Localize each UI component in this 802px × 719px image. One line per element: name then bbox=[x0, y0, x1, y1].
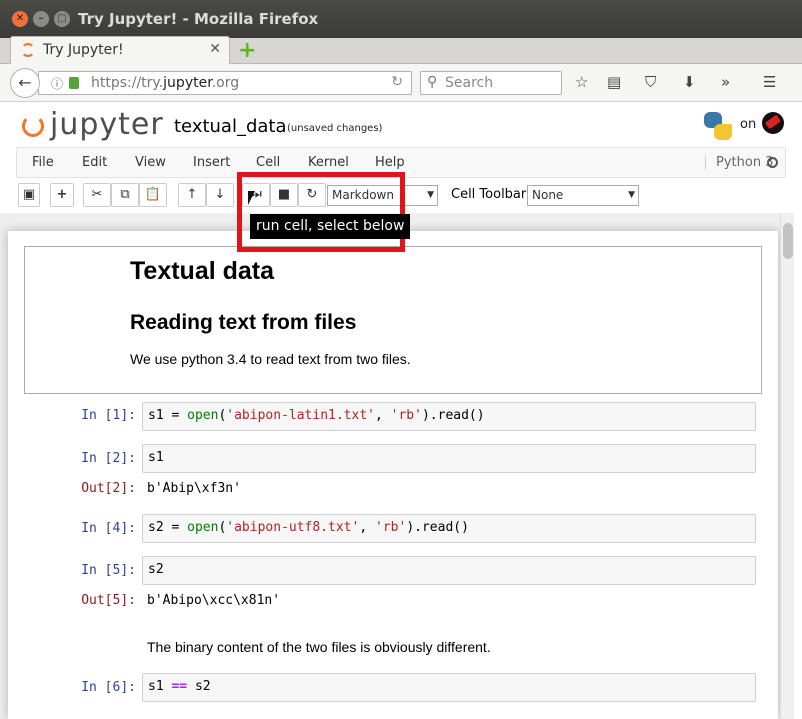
jupyter-ring-icon bbox=[22, 115, 44, 137]
input-prompt: In [4]: bbox=[81, 521, 136, 536]
cell-output: b'Abipo\xcc\x81n' bbox=[147, 593, 281, 608]
scrollbar-thumb[interactable] bbox=[783, 223, 793, 259]
tab-strip: Try Jupyter! ✕ + bbox=[0, 36, 802, 64]
paste-icon[interactable]: 📋 bbox=[139, 183, 167, 207]
python-logo-icon bbox=[704, 112, 732, 140]
chevron-down-icon: ▼ bbox=[427, 190, 434, 200]
copy-icon[interactable]: ⧉ bbox=[111, 183, 139, 207]
url-text[interactable]: https://try.jupyter.org bbox=[91, 75, 239, 91]
window-title: Try Jupyter! - Mozilla Firefox bbox=[78, 10, 319, 28]
rackspace-logo-icon[interactable] bbox=[762, 112, 784, 134]
cell-output: b'Abip\xf3n' bbox=[147, 481, 241, 496]
input-prompt: In [6]: bbox=[81, 680, 136, 695]
code-input[interactable]: s1 bbox=[142, 444, 756, 473]
url-bar[interactable]: ⓘ https://try.jupyter.org ↻ bbox=[38, 71, 412, 95]
run-cell-tooltip: run cell, select below bbox=[250, 214, 411, 239]
save-status: (unsaved changes) bbox=[287, 123, 383, 134]
lock-icon[interactable] bbox=[69, 77, 79, 89]
new-tab-plus-icon[interactable]: + bbox=[238, 40, 256, 62]
menu-kernel[interactable]: Kernel bbox=[308, 155, 349, 170]
info-icon[interactable]: ⓘ bbox=[51, 75, 63, 92]
heading-textual-data: Textual data bbox=[130, 257, 275, 285]
insert-cell-plus-icon[interactable]: + bbox=[50, 183, 74, 207]
code-input[interactable]: s1 == s2 bbox=[142, 673, 756, 702]
window-minimize-icon[interactable]: – bbox=[33, 11, 49, 27]
window-maximize-icon[interactable]: □ bbox=[54, 11, 70, 27]
menu-file[interactable]: File bbox=[32, 155, 54, 170]
notebook-container: Textual data Reading text from files We … bbox=[0, 213, 780, 719]
reading-list-icon[interactable]: ▤ bbox=[607, 73, 621, 91]
jupyter-favicon-icon bbox=[21, 43, 35, 57]
code-input[interactable]: s2 bbox=[142, 556, 756, 585]
browser-tab[interactable]: Try Jupyter! ✕ bbox=[10, 36, 230, 64]
kernel-idle-icon bbox=[767, 157, 778, 168]
notebook-page: Textual data Reading text from files We … bbox=[8, 231, 778, 719]
bookmark-star-icon[interactable]: ☆ bbox=[575, 73, 588, 91]
chevron-down-icon: ▼ bbox=[628, 190, 635, 200]
cut-icon[interactable]: ✂ bbox=[83, 183, 111, 207]
tab-close-icon[interactable]: ✕ bbox=[209, 41, 221, 57]
save-icon[interactable]: ▣ bbox=[18, 183, 40, 207]
reload-icon[interactable]: ↻ bbox=[391, 74, 403, 90]
menu-view[interactable]: View bbox=[135, 155, 166, 170]
search-input[interactable] bbox=[445, 74, 555, 92]
menu-edit[interactable]: Edit bbox=[82, 155, 107, 170]
code-input[interactable]: s1 = open('abipon-latin1.txt', 'rb').rea… bbox=[142, 402, 756, 431]
navigation-bar: ⓘ https://try.jupyter.org ↻ ← ⚲ ☆ ▤ ⛉ ⬇ … bbox=[0, 64, 802, 102]
on-label: on bbox=[740, 117, 757, 132]
pocket-icon[interactable]: ⛉ bbox=[645, 73, 656, 91]
hamburger-menu-icon[interactable]: ☰ bbox=[763, 73, 776, 91]
overflow-chevron-icon[interactable]: » bbox=[721, 73, 730, 91]
output-prompt: Out[2]: bbox=[81, 481, 136, 496]
mouse-cursor-icon bbox=[248, 191, 255, 205]
window-titlebar: ✕ – □ Try Jupyter! - Mozilla Firefox bbox=[0, 0, 802, 38]
page-scrollbar[interactable] bbox=[780, 213, 794, 719]
window-close-icon[interactable]: ✕ bbox=[12, 11, 28, 27]
input-prompt: In [1]: bbox=[81, 408, 136, 423]
move-down-arrow-icon[interactable]: ↓ bbox=[206, 183, 234, 207]
download-icon[interactable]: ⬇ bbox=[683, 73, 696, 91]
notebook-title[interactable]: textual_data bbox=[174, 116, 287, 137]
kernel-name: Python 3 bbox=[705, 155, 773, 170]
highlight-box bbox=[237, 172, 405, 252]
input-prompt: In [2]: bbox=[81, 451, 136, 466]
heading-reading-text: Reading text from files bbox=[130, 311, 357, 334]
jupyter-header: jupyter textual_data (unsaved changes) o… bbox=[0, 103, 790, 145]
menu-help[interactable]: Help bbox=[375, 155, 405, 170]
back-arrow-icon[interactable]: ← bbox=[10, 68, 40, 98]
markdown-paragraph: The binary content of the two files is o… bbox=[147, 639, 491, 655]
move-up-arrow-icon[interactable]: ↑ bbox=[178, 183, 206, 207]
cell-toolbar-label: Cell Toolbar: bbox=[451, 187, 531, 202]
menu-cell[interactable]: Cell bbox=[256, 155, 280, 170]
input-prompt: In [5]: bbox=[81, 563, 136, 578]
cell-toolbar-select[interactable]: None ▼ bbox=[527, 185, 639, 206]
menu-insert[interactable]: Insert bbox=[193, 155, 230, 170]
output-prompt: Out[5]: bbox=[81, 593, 136, 608]
search-bar[interactable]: ⚲ bbox=[420, 71, 562, 95]
search-icon: ⚲ bbox=[427, 74, 438, 90]
code-input[interactable]: s2 = open('abipon-utf8.txt', 'rb').read(… bbox=[142, 514, 756, 543]
tab-title: Try Jupyter! bbox=[43, 42, 124, 58]
paragraph-intro: We use python 3.4 to read text from two … bbox=[130, 351, 411, 367]
